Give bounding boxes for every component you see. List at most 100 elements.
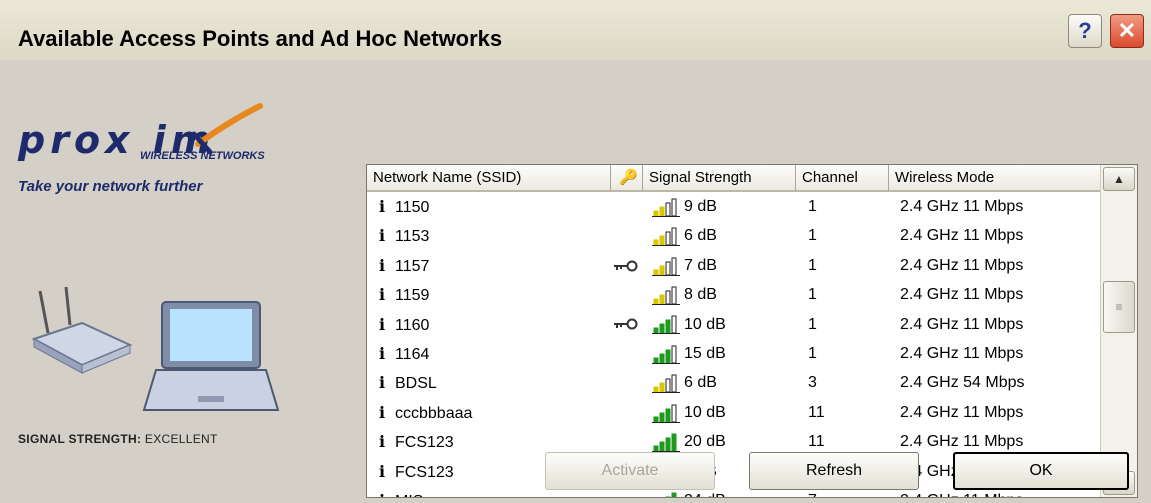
access-point-icon: i [378, 402, 386, 422]
close-button[interactable]: ✕ [1110, 14, 1144, 48]
signal-bars-icon [665, 492, 677, 497]
network-name-text: cccbbbaaa [395, 404, 473, 422]
signal-cell: 10 dB [652, 310, 726, 339]
wireless-mode-value: 2.4 GHz 54 Mbps [900, 374, 1025, 392]
network-name: i 1160 [375, 310, 429, 339]
signal-value: 9 dB [684, 198, 717, 215]
signal-value: 15 dB [684, 344, 726, 362]
network-name: i BDSL [375, 368, 437, 397]
network-name-text: 1157 [395, 257, 430, 275]
wireless-mode-value: 2.4 GHz 11 Mbps [900, 256, 1024, 274]
network-name-text: 1160 [395, 316, 430, 334]
signal-cell: 6 dB [652, 368, 717, 397]
access-point-icon: i [375, 486, 389, 497]
network-name: i cccbbbaaa [375, 398, 472, 427]
access-point-icon: i [378, 373, 386, 393]
access-point-icon: i [378, 461, 386, 481]
signal-strength-value: EXCELLENT [144, 432, 218, 446]
network-name: i 1150 [375, 192, 429, 221]
signal-cell: 8 dB [652, 280, 717, 309]
network-name-text: FCS123 [395, 463, 454, 481]
column-header-signal[interactable]: Signal Strength [643, 165, 796, 192]
scroll-up-button[interactable]: ▲ [1103, 167, 1135, 191]
activate-button[interactable]: Activate [545, 452, 715, 490]
wireless-mode-value: 2.4 GHz 11 Mbps [900, 344, 1024, 362]
network-name: i FCS123 [375, 427, 454, 456]
window-title: Available Access Points and Ad Hoc Netwo… [18, 26, 503, 51]
channel-value: 1 [808, 227, 817, 245]
access-point-icon: i [378, 432, 386, 452]
list-item[interactable]: i 1164 15 dB 1 2.4 GHz 11 Mbps [367, 339, 1100, 368]
logo-subtitle: WIRELESS NETWORKS [140, 150, 265, 162]
access-point-icon: i [378, 343, 386, 363]
column-header-mode[interactable]: Wireless Mode [889, 165, 1117, 192]
access-point-icon: i [378, 314, 386, 334]
network-name-text: 1159 [395, 287, 430, 305]
list-item[interactable]: i 1150 9 dB 1 2.4 GHz 11 Mbps [367, 192, 1100, 221]
dialog-body: prox im WIRELESS NETWORKS Take your netw… [0, 60, 1151, 503]
network-name: i FCS123 [375, 457, 454, 486]
column-header-ssid[interactable]: Network Name (SSID) [367, 165, 611, 192]
signal-value: 8 dB [684, 286, 717, 304]
signal-bars-icon [652, 433, 680, 452]
signal-value: 20 dB [684, 433, 726, 451]
signal-bars-icon [652, 345, 680, 364]
access-point-icon: i [378, 226, 386, 246]
signal-bars-icon [652, 404, 680, 423]
network-name: i 1157 [375, 251, 429, 280]
list-header: Network Name (SSID) 🔑 Signal Strength Ch… [367, 165, 1117, 192]
column-header-channel[interactable]: Channel [796, 165, 889, 192]
wireless-mode-value: 2.4 GHz 11 Mbps [900, 227, 1024, 245]
list-item[interactable]: i 1160 10 dB 1 2.4 GHz 11 Mbps [367, 310, 1100, 339]
list-item[interactable]: i 1159 8 dB 1 2.4 GHz 11 Mbps [367, 280, 1100, 309]
signal-value: 10 dB [684, 403, 726, 421]
signal-cell: 10 dB [652, 398, 726, 427]
refresh-button[interactable]: Refresh [749, 452, 919, 490]
wireless-mode-value: 2.4 GHz 11 Mbps [900, 315, 1024, 333]
network-name-text: 1164 [395, 345, 430, 363]
title-bar[interactable]: Available Access Points and Ad Hoc Netwo… [0, 0, 1151, 61]
signal-bars-icon [652, 227, 680, 247]
network-name: i 1159 [375, 280, 429, 309]
list-item[interactable]: i BDSL 6 dB 3 2.4 GHz 54 Mbps [367, 368, 1100, 397]
signal-bars-icon [652, 198, 680, 217]
wireless-mode-value: 2.4 GHz 11 Mbps [900, 403, 1024, 421]
networks-list[interactable]: Network Name (SSID) 🔑 Signal Strength Ch… [366, 164, 1138, 498]
tagline: Take your network further [18, 178, 203, 195]
dialog-window: Available Access Points and Ad Hoc Netwo… [0, 0, 1151, 503]
channel-value: 1 [808, 286, 817, 304]
network-name: i 1153 [375, 221, 429, 250]
signal-value: 6 dB [684, 374, 717, 392]
list-item[interactable]: i cccbbbaaa 10 dB 11 2.4 GHz 11 Mbps [367, 398, 1100, 427]
network-name-text: 1150 [395, 199, 430, 216]
help-button[interactable]: ? [1068, 14, 1102, 48]
access-point-icon: i [378, 197, 386, 216]
signal-bars-icon [652, 315, 680, 335]
router-icon [31, 286, 133, 374]
list-item[interactable]: i 1153 6 dB 1 2.4 GHz 11 Mbps [367, 221, 1100, 250]
signal-cell: 15 dB [652, 339, 726, 368]
signal-bars-icon [652, 374, 680, 394]
channel-value: 11 [808, 403, 825, 421]
key-icon [611, 310, 641, 339]
signal-value: 24 dB [684, 492, 726, 497]
network-name-text: FCS123 [395, 434, 454, 452]
signal-value: 7 dB [684, 256, 717, 274]
signal-cell: 9 dB [652, 192, 717, 221]
signal-cell: 6 dB [652, 221, 717, 250]
signal-strength-label: SIGNAL STRENGTH: [18, 432, 142, 446]
ok-button[interactable]: OK [953, 452, 1129, 490]
channel-value: 1 [808, 344, 817, 362]
list-item[interactable]: i 1157 7 dB 1 2.4 GHz 11 Mbps [367, 251, 1100, 280]
signal-value: 10 dB [684, 315, 726, 333]
column-header-security-icon[interactable]: 🔑 [611, 165, 643, 192]
channel-value: 1 [808, 315, 817, 333]
channel-value: 1 [808, 256, 817, 274]
network-name-text: 1153 [395, 228, 430, 246]
vertical-scrollbar[interactable]: ▲ ≡ ▼ [1100, 165, 1137, 497]
scroll-thumb[interactable]: ≡ [1103, 281, 1135, 333]
signal-value: 6 dB [684, 227, 717, 245]
wireless-mode-value: 2.4 GHz 11 Mbps [900, 286, 1024, 304]
network-name: i 1164 [375, 339, 429, 368]
laptop-icon [142, 301, 280, 411]
